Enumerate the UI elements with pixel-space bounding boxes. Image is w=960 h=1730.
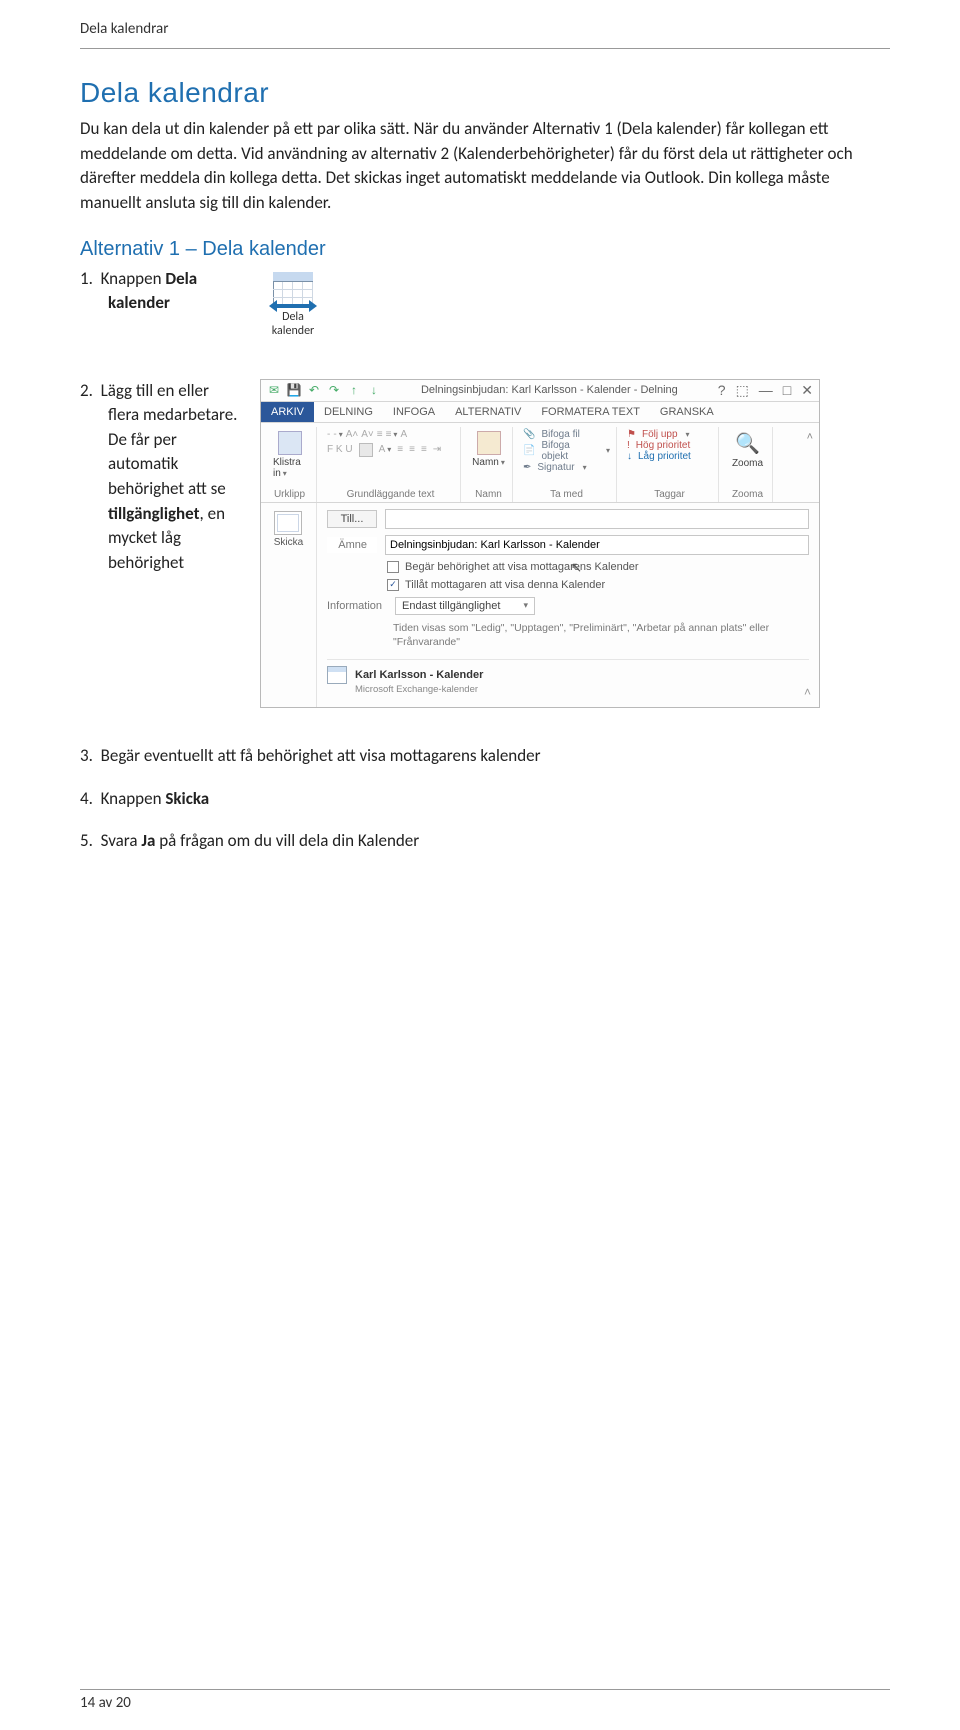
send-label: Skicka (274, 537, 303, 548)
zoom-icon: 🔍 (735, 431, 760, 456)
outlook-titlebar: ✉ 💾 ↶ ↷ ↑ ↓ Delningsinbjudan: Karl Karls… (261, 380, 819, 402)
intro-paragraph: Du kan dela ut din kalender på ett par o… (80, 117, 890, 216)
zoom-label: Zooma (732, 458, 763, 469)
share-calendar-label: Dela kalender (267, 310, 319, 338)
availability-hint: Tiden visas som "Ledig", "Upptagen", "Pr… (393, 621, 809, 649)
scroll-up-icon[interactable]: ˄ (804, 685, 811, 699)
step-3-body: Begär eventuellt att få behörighet att v… (101, 745, 541, 766)
step-5-num: 5. (80, 830, 93, 851)
arrow-up-icon[interactable]: ↑ (347, 383, 361, 397)
page-number: 14 av 20 (80, 1694, 890, 1712)
redo-icon[interactable]: ↷ (327, 383, 341, 397)
step-3-text: 3. Begär eventuellt att få behörighet at… (80, 744, 890, 769)
group-include-label: Ta med (523, 487, 610, 500)
high-priority-button[interactable]: ! Hög prioritet (627, 440, 712, 451)
tab-alternativ[interactable]: ALTERNATIV (445, 402, 531, 422)
restore-button[interactable]: □ (783, 382, 791, 399)
step-4-text: 4. Knappen Skicka (80, 787, 890, 812)
follow-up-button[interactable]: ⚑ Följ upp (627, 429, 712, 440)
step-1-a: Knappen (101, 268, 166, 289)
page-header-label: Dela kalendrar (80, 20, 890, 38)
calendar-name: Karl Karlsson - Kalender (355, 669, 483, 681)
to-button[interactable]: Till... (327, 510, 377, 528)
calendar-sub: Microsoft Exchange-kalender (355, 684, 809, 695)
collapse-ribbon-icon[interactable]: ˄ (807, 431, 813, 443)
group-text-label: Grundläggande text (327, 487, 454, 500)
tab-granska[interactable]: GRANSKA (650, 402, 724, 422)
step-2-text: 2. Lägg till en eller flera medarbetare.… (80, 379, 240, 576)
save-icon[interactable]: 💾 (287, 383, 301, 397)
paste-button[interactable]: Klistra in (269, 429, 310, 481)
window-title: Delningsinbjudan: Karl Karlsson - Kalend… (387, 384, 712, 396)
outlook-window: ✉ 💾 ↶ ↷ ↑ ↓ Delningsinbjudan: Karl Karls… (260, 379, 820, 708)
step-5-text: 5. Svara Ja på frågan om du vill dela di… (80, 829, 890, 854)
page-title: Dela kalendrar (80, 77, 890, 109)
allow-recipient-label: Tillåt mottagaren att visa denna Kalende… (405, 579, 605, 591)
subject-label: Ämne (327, 537, 377, 553)
attach-file-button[interactable]: 📎 Bifoga fil (523, 429, 610, 440)
tab-arkiv[interactable]: ARKIV (261, 402, 314, 422)
header-rule (80, 48, 890, 49)
highlight-icon[interactable] (359, 443, 373, 457)
names-label: Namn (472, 457, 505, 468)
step-1-text: 1. Knappen Dela kalender (80, 267, 240, 316)
arrow-down-icon[interactable]: ↓ (367, 383, 381, 397)
group-zoom-label: Zooma (729, 487, 766, 500)
step-2-num: 2. (80, 380, 93, 401)
undo-icon[interactable]: ↶ (307, 383, 321, 397)
close-button[interactable]: ✕ (801, 382, 813, 399)
mail-icon[interactable]: ✉ (267, 383, 281, 397)
send-button[interactable]: Skicka (274, 511, 303, 548)
font-color-icon[interactable]: A (379, 444, 392, 455)
minimize-button[interactable]: — (759, 382, 773, 399)
ribbon-options-button[interactable]: ⬚ (736, 382, 749, 399)
names-icon (477, 431, 501, 455)
group-tags-label: Taggar (627, 487, 712, 500)
step-4-num: 4. (80, 788, 93, 809)
paste-icon (278, 431, 302, 455)
tab-infoga[interactable]: INFOGA (383, 402, 445, 422)
quick-access-toolbar: ✉ 💾 ↶ ↷ ↑ ↓ (267, 383, 381, 397)
ribbon-tabs: ARKIV DELNING INFOGA ALTERNATIV FORMATER… (261, 402, 819, 423)
low-priority-button[interactable]: ↓ Låg prioritet (627, 451, 712, 462)
information-label: Information (327, 600, 387, 612)
availability-select[interactable]: Endast tillgänglighet (395, 597, 535, 615)
subject-input[interactable] (385, 535, 809, 555)
step-1-num: 1. (80, 268, 93, 289)
step-5-bold: Ja (141, 830, 155, 851)
font-bold-italic-underline[interactable]: F K U (327, 444, 353, 455)
step-5-a: Svara (101, 830, 142, 851)
step-2-a: Lägg till en eller flera medarbetare. De… (101, 380, 238, 500)
to-input[interactable] (385, 509, 809, 529)
footer-rule (80, 1689, 890, 1690)
step-2-bold: tillgänglighet (108, 503, 200, 524)
request-permission-checkbox[interactable] (387, 561, 399, 573)
step-5-b: på frågan om du vill dela din Kalender (155, 830, 419, 851)
group-names-label: Namn (471, 487, 506, 500)
group-clipboard-label: Urklipp (269, 487, 310, 500)
signature-button[interactable]: ✒ Signatur (523, 462, 610, 473)
tab-formatera-text[interactable]: FORMATERA TEXT (531, 402, 650, 422)
names-button[interactable]: Namn (471, 429, 506, 470)
help-button[interactable]: ? (718, 382, 726, 399)
request-permission-label: Begär behörighet att visa mottagarens Ka… (405, 561, 639, 573)
attach-item-button[interactable]: 📄 Bifoga objekt (523, 440, 610, 462)
cursor-icon: ↖ (571, 559, 583, 576)
step-3-num: 3. (80, 745, 93, 766)
send-icon (274, 511, 302, 535)
share-calendar-button[interactable]: Dela kalender (260, 267, 326, 343)
step-4-bold: Skicka (165, 788, 209, 809)
zoom-button[interactable]: 🔍 Zooma (729, 429, 766, 471)
step-4-a: Knappen (101, 788, 166, 809)
calendar-mini-icon (327, 666, 347, 684)
allow-recipient-checkbox[interactable]: ✓ (387, 579, 399, 591)
paste-label: Klistra in (273, 457, 306, 479)
share-calendar-icon (273, 272, 313, 306)
alternative-1-heading: Alternativ 1 – Dela kalender (80, 238, 890, 261)
tab-delning[interactable]: DELNING (314, 402, 383, 422)
ribbon: Klistra in Urklipp --A˄A˅≡≡A F K U A ≡ (261, 423, 819, 503)
